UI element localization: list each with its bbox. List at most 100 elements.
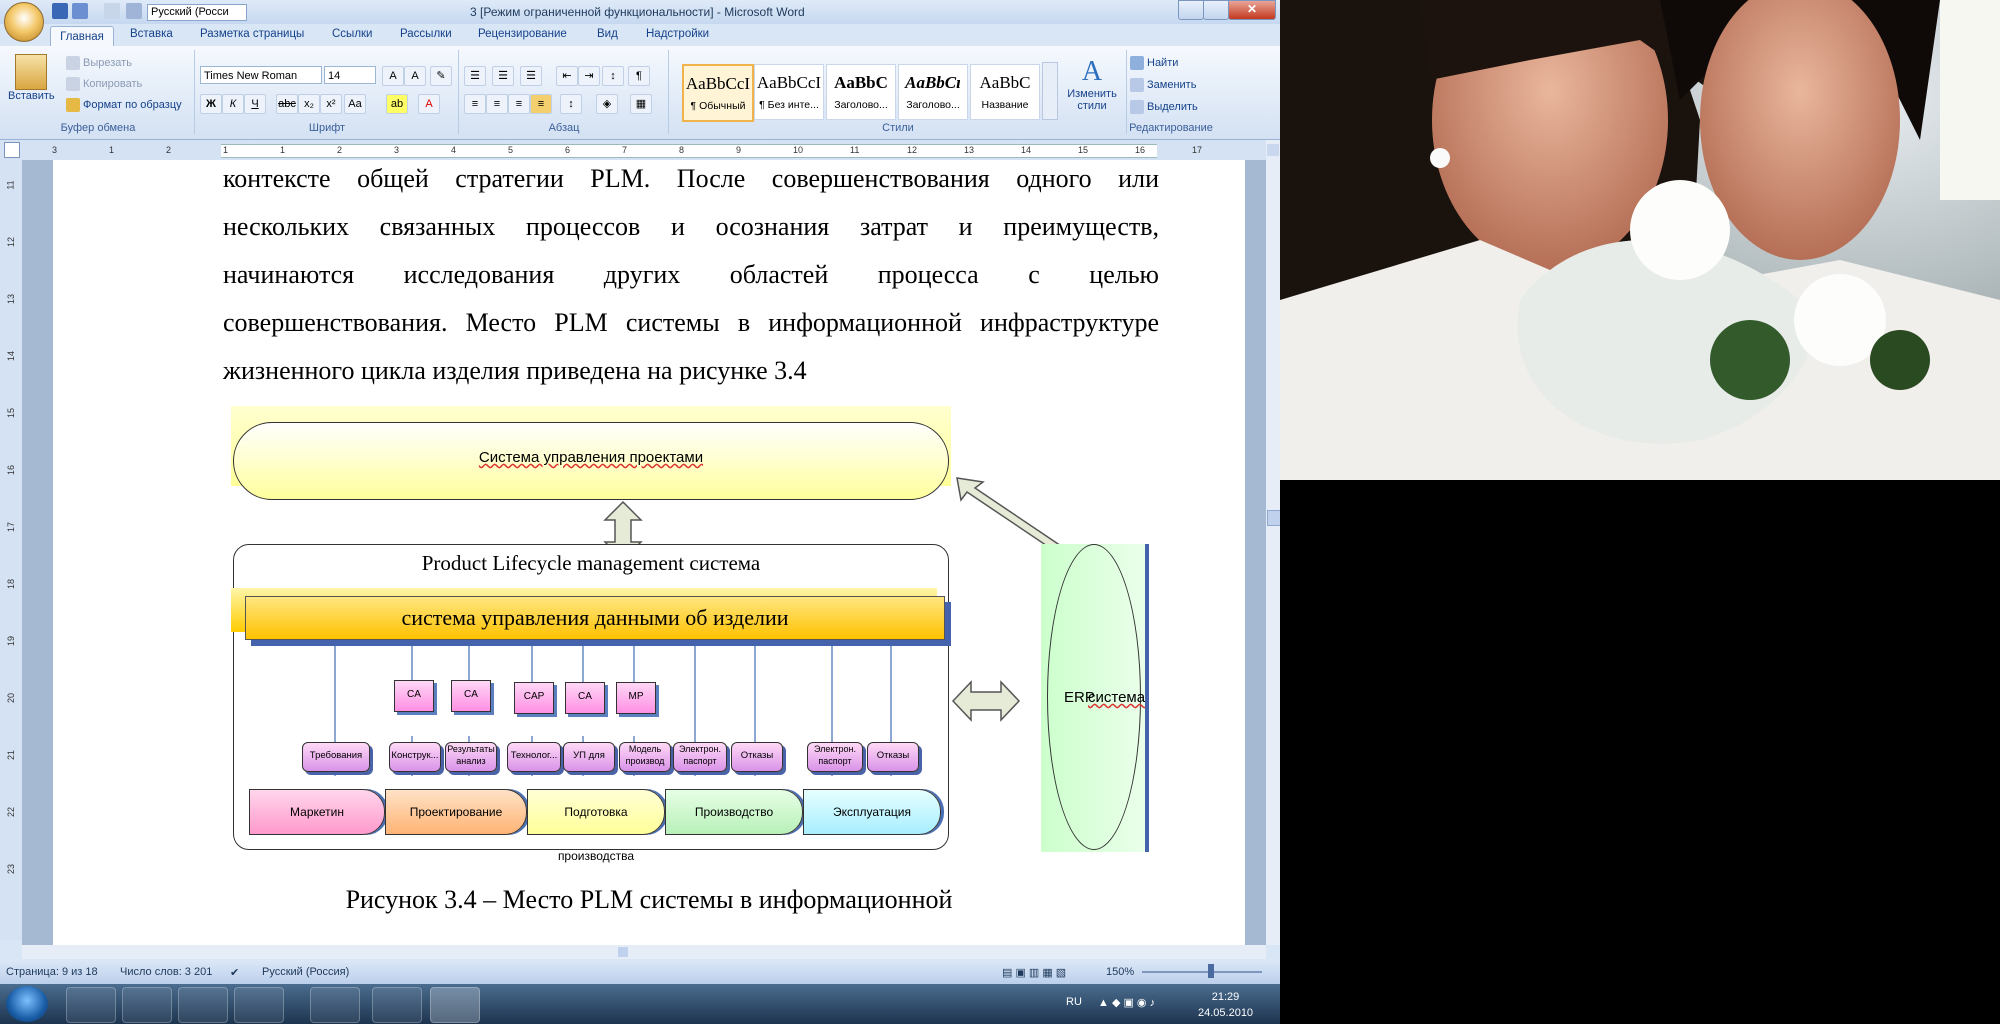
vertical-ruler[interactable]: 11 12 13 14 15 16 17 18 19 20 21 22 23 <box>0 160 22 940</box>
figure-caption[interactable]: Рисунок 3.4 – Место PLM системы в информ… <box>53 885 1245 915</box>
superscript-button[interactable]: x² <box>320 94 342 114</box>
doc-box: Конструк... <box>389 742 441 772</box>
horizontal-ruler[interactable]: 3 1 2 1 1 2 3 4 5 6 7 8 9 10 11 12 13 14 15 16 17 <box>0 140 1280 160</box>
change-styles-icon: A <box>1081 56 1103 87</box>
zoom-level[interactable]: 150% <box>1106 966 1134 978</box>
style-no-spacing[interactable]: AaBbCcI ¶ Без инте... <box>754 64 824 120</box>
scroll-thumb[interactable] <box>1267 510 1280 526</box>
view-buttons[interactable]: ▤ ▣ ▥ ▦ ▧ <box>1002 966 1066 979</box>
browse-object-icon[interactable] <box>1267 876 1279 936</box>
opera-icon[interactable] <box>372 987 422 1023</box>
minimize-button[interactable] <box>1178 0 1204 20</box>
underline-button[interactable]: Ч <box>244 94 266 114</box>
clock-date: 24.05.2010 <box>1198 1007 1254 1019</box>
justify-button[interactable]: ≡ <box>530 94 552 114</box>
bold-button[interactable]: Ж <box>200 94 222 114</box>
clock[interactable]: 21:29 24.05.2010 <box>1198 989 1253 1021</box>
tab-page-layout[interactable]: Разметка страницы <box>200 28 304 40</box>
sort-button[interactable]: ↕ <box>602 66 624 86</box>
word-count[interactable]: Число слов: 3 201 <box>120 966 212 978</box>
multilevel-button[interactable]: ☰ <box>520 66 542 86</box>
ruler-number: 1 <box>223 145 229 155</box>
style-heading-1[interactable]: AaBbC Заголово... <box>826 64 896 120</box>
show-marks-button[interactable]: ¶ <box>628 66 650 86</box>
copy-button[interactable]: Копировать <box>66 77 142 91</box>
doc-box: Требования <box>302 742 370 772</box>
document-canvas: контексте общей стратегии PLM. После сов… <box>22 160 1266 945</box>
cut-label: Вырезать <box>83 56 132 69</box>
redo-icon[interactable] <box>104 3 120 19</box>
vertical-scrollbar[interactable] <box>1266 140 1280 945</box>
word-icon[interactable] <box>430 987 480 1023</box>
align-right-button[interactable]: ≡ <box>508 94 530 114</box>
start-button[interactable] <box>6 986 48 1022</box>
format-icon[interactable] <box>126 3 142 19</box>
tab-insert[interactable]: Вставка <box>130 28 173 40</box>
style-title[interactable]: AaBbC Название <box>970 64 1040 120</box>
shading-button[interactable]: ◈ <box>596 94 618 114</box>
align-center-button[interactable]: ≡ <box>486 94 508 114</box>
tab-mailings[interactable]: Рассылки <box>400 28 452 40</box>
vruler-number: 18 <box>6 578 17 590</box>
font-family-combo[interactable]: Times New Roman <box>200 66 322 84</box>
doc-box: Электрон. паспорт <box>673 742 727 772</box>
horizontal-scrollbar[interactable] <box>22 945 1266 959</box>
italic-button[interactable]: К <box>222 94 244 114</box>
undo-icon[interactable] <box>72 3 88 19</box>
zoom-slider[interactable] <box>1142 971 1262 973</box>
page-indicator[interactable]: Страница: 9 из 18 <box>6 966 98 978</box>
explorer-icon[interactable] <box>66 987 116 1023</box>
media-player-icon[interactable] <box>122 987 172 1023</box>
clear-format-button[interactable]: ✎ <box>430 66 452 86</box>
style-heading-2[interactable]: AaBbCı Заголово... <box>898 64 968 120</box>
change-styles-button[interactable]: A Изменить стили <box>1062 56 1122 112</box>
borders-button[interactable]: ▦ <box>630 94 652 114</box>
highlight-button[interactable]: ab <box>386 94 408 114</box>
language-indicator[interactable]: Русский (Россия) <box>262 966 349 978</box>
tab-addins[interactable]: Надстройки <box>646 28 709 40</box>
tab-references[interactable]: Ссылки <box>332 28 373 40</box>
hscroll-thumb[interactable] <box>618 947 628 957</box>
ruler-number: 12 <box>907 145 918 155</box>
align-left-button[interactable]: ≡ <box>464 94 486 114</box>
save-icon[interactable] <box>52 3 68 19</box>
tab-view[interactable]: Вид <box>597 28 618 40</box>
grow-font-button[interactable]: A <box>382 66 404 86</box>
cut-button[interactable]: Вырезать <box>66 56 132 70</box>
tab-selector[interactable] <box>4 142 20 158</box>
ruler-toggle-icon[interactable] <box>1267 144 1279 156</box>
format-painter-button[interactable]: Формат по образцу <box>66 98 182 112</box>
ie-icon[interactable] <box>310 987 360 1023</box>
language-combo[interactable]: Русский (Росси <box>147 4 247 21</box>
horizontal-arrow-icon <box>951 680 1021 722</box>
bullets-button[interactable]: ☰ <box>464 66 486 86</box>
proofing-icon[interactable]: ✔ <box>230 966 239 979</box>
input-language[interactable]: RU <box>1066 996 1082 1008</box>
tab-home[interactable]: Главная <box>50 26 114 47</box>
line-spacing-button[interactable]: ↕ <box>560 94 582 114</box>
vruler-number: 14 <box>6 350 17 362</box>
tray-icons[interactable]: ▲ ◆ ▣ ◉ ♪ <box>1098 996 1155 1009</box>
numbering-button[interactable]: ☰ <box>492 66 514 86</box>
replace-button[interactable]: Заменить <box>1130 78 1196 92</box>
style-normal[interactable]: AaBbCcI ¶ Обычный <box>682 64 754 122</box>
subscript-button[interactable]: x₂ <box>298 94 320 114</box>
floppy-icon[interactable] <box>178 987 228 1023</box>
styles-scroll[interactable] <box>1042 62 1058 120</box>
decrease-indent-button[interactable]: ⇤ <box>556 66 578 86</box>
font-size-combo[interactable]: 14 <box>324 66 376 84</box>
shrink-font-button[interactable]: A <box>404 66 426 86</box>
tab-review[interactable]: Рецензирование <box>478 28 567 40</box>
find-button[interactable]: Найти <box>1130 56 1178 70</box>
plm-diagram[interactable]: Система управления проектами Product Lif… <box>53 160 1245 880</box>
strikethrough-button[interactable]: abc <box>276 94 298 114</box>
zoom-thumb[interactable] <box>1208 964 1214 978</box>
font-color-button[interactable]: A <box>418 94 440 114</box>
select-button[interactable]: Выделить <box>1130 100 1198 114</box>
firefox-icon[interactable] <box>234 987 284 1023</box>
paste-button[interactable]: Вставить <box>8 54 55 114</box>
maximize-button[interactable] <box>1203 0 1229 20</box>
increase-indent-button[interactable]: ⇥ <box>578 66 600 86</box>
change-case-button[interactable]: Aa <box>344 94 366 114</box>
close-button[interactable]: ✕ <box>1228 0 1276 20</box>
